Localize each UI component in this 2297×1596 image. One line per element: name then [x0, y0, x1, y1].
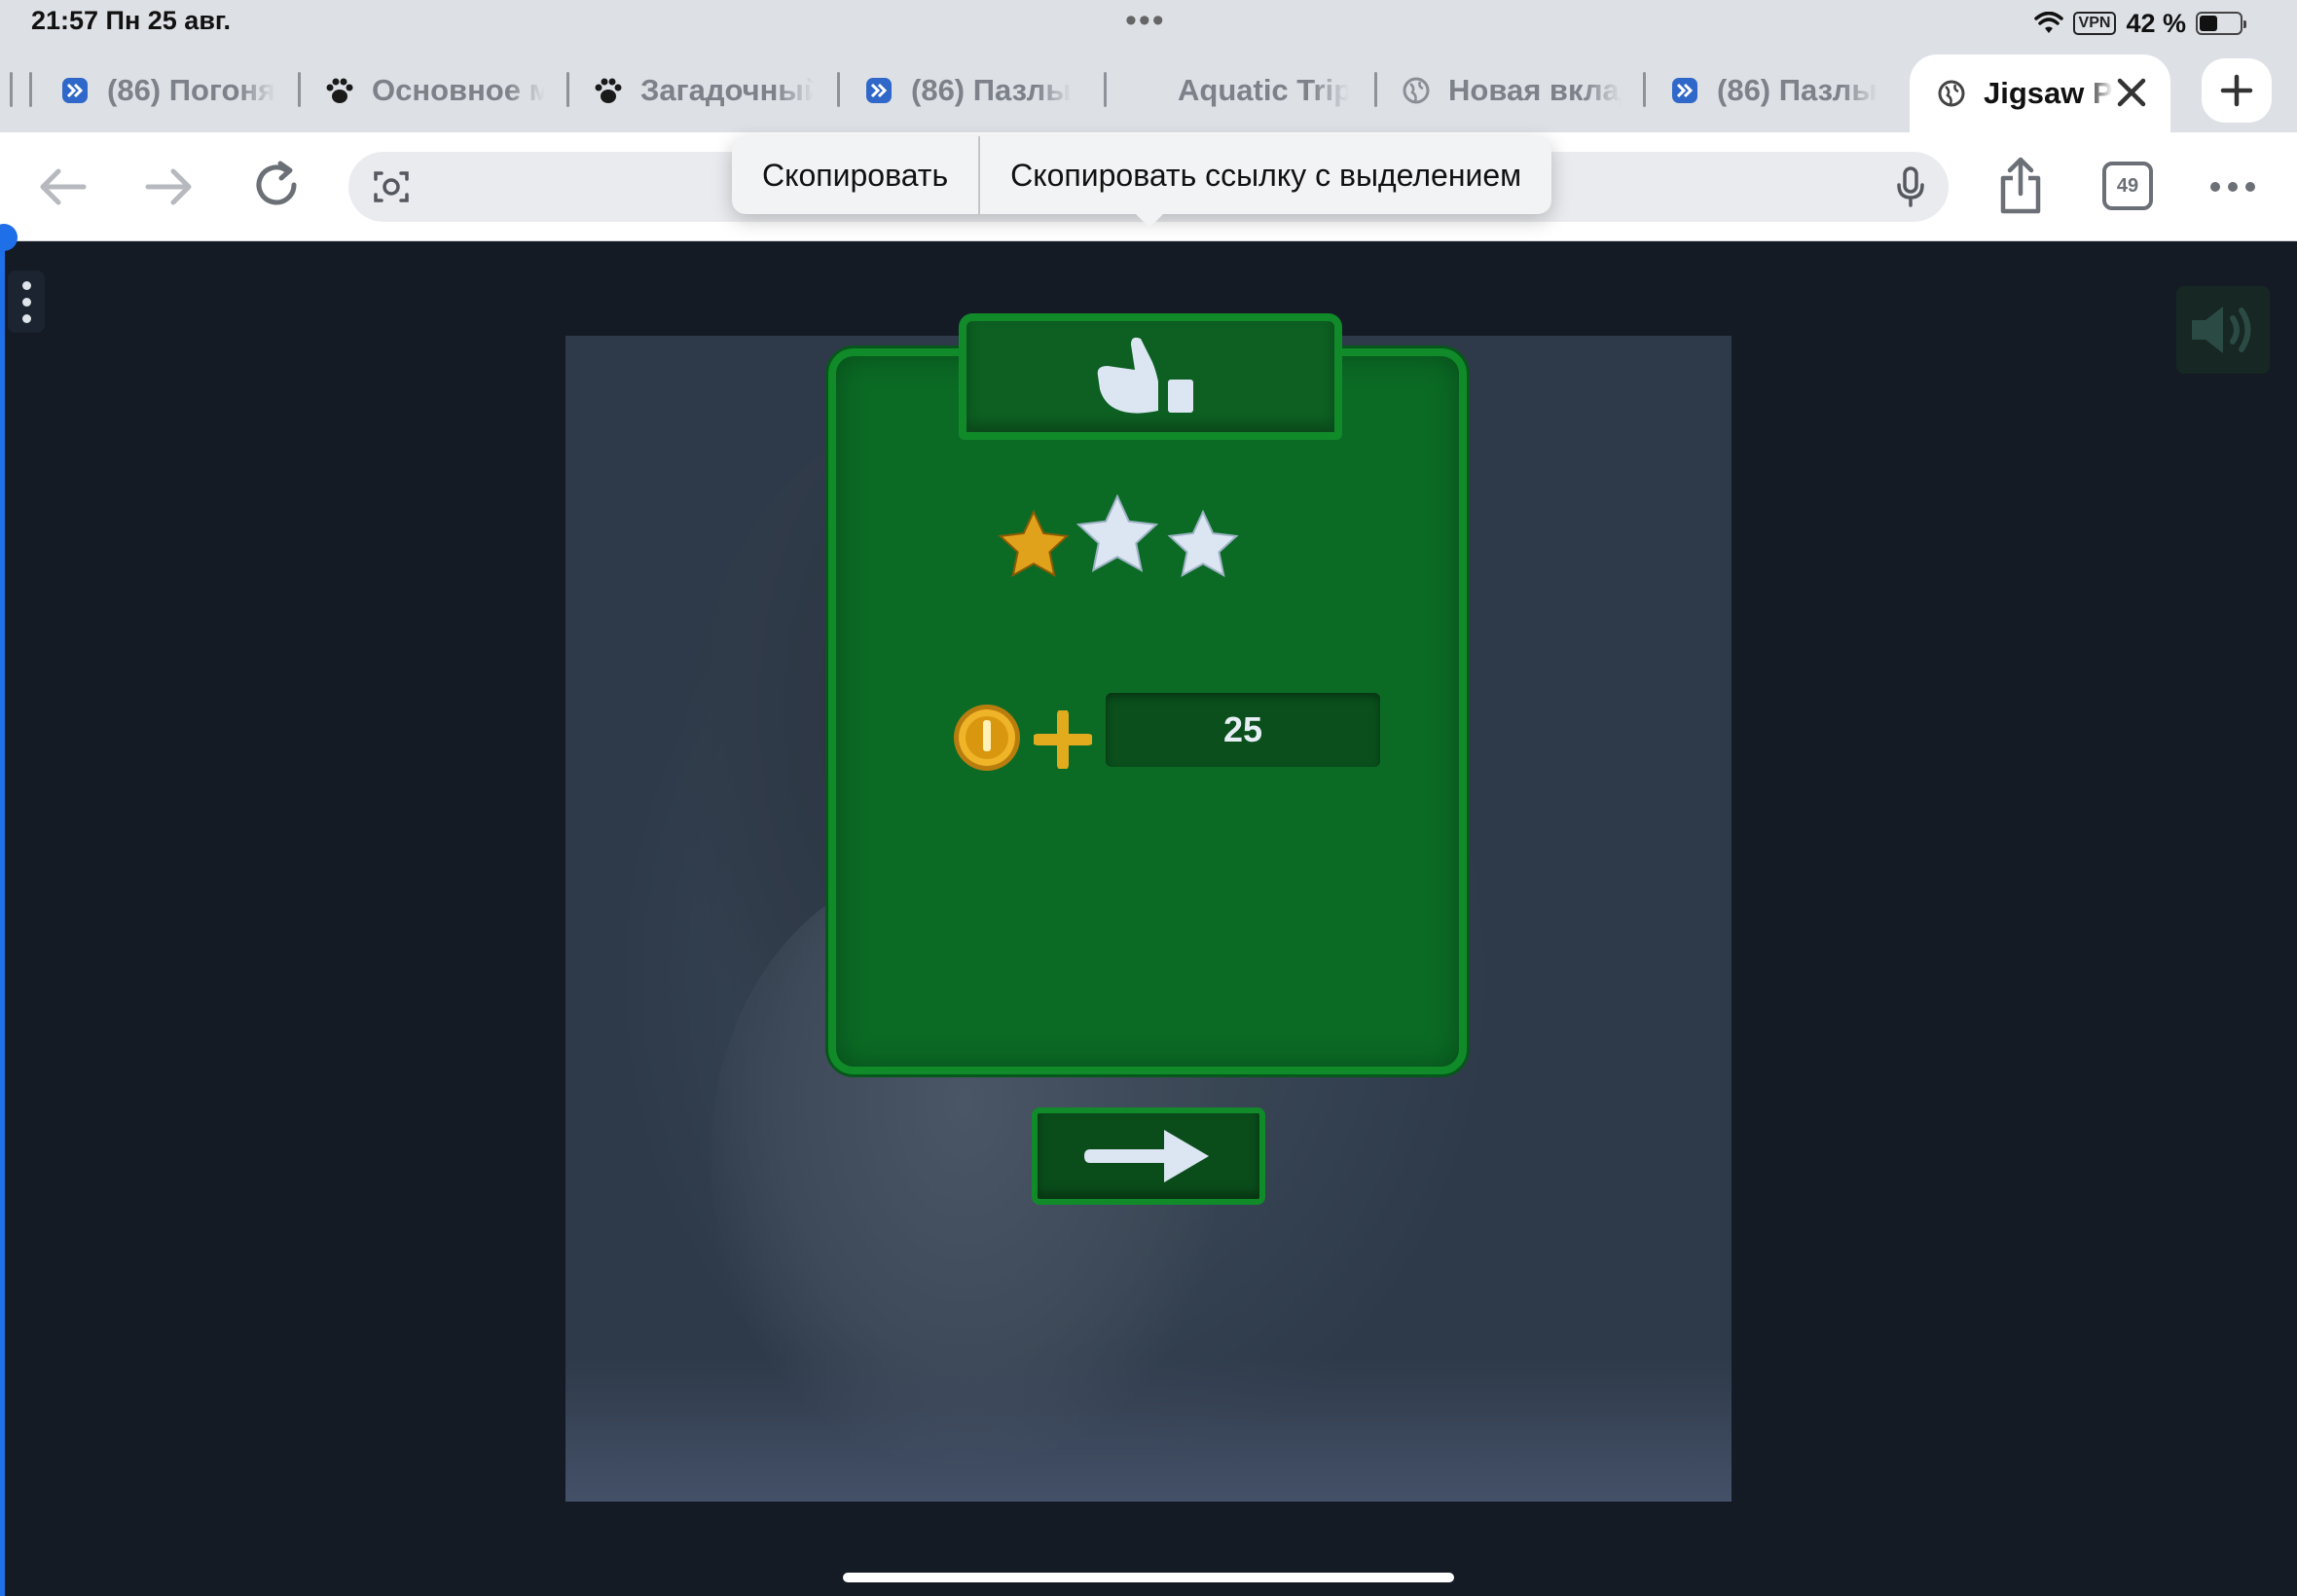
- forward-button[interactable]: [140, 160, 199, 214]
- vpn-badge: VPN: [2072, 12, 2117, 35]
- tab-switcher-button[interactable]: 49: [2102, 162, 2153, 210]
- tab-pogonya[interactable]: (86) Погоня: [58, 54, 278, 127]
- multitasking-dots-icon[interactable]: •••: [1125, 4, 1166, 37]
- arrow-left-icon: [40, 168, 87, 205]
- new-tab-button[interactable]: [2202, 58, 2272, 123]
- tab-separator: [566, 72, 569, 107]
- more-options-button[interactable]: [2204, 169, 2262, 204]
- reload-button[interactable]: [247, 156, 306, 214]
- reload-icon: [256, 161, 297, 205]
- tab-label: (86) Пазлы: [1717, 73, 1878, 107]
- battery-percent: 42 %: [2126, 8, 2186, 38]
- coin-icon: [954, 705, 1020, 771]
- arrow-right-icon: [145, 168, 192, 205]
- thumbs-up-icon: [1097, 337, 1193, 414]
- close-tab-icon[interactable]: [2112, 73, 2151, 112]
- tab-aquatic-trip[interactable]: Aquatic Trip: [1129, 54, 1349, 127]
- share-icon: [2000, 157, 2041, 214]
- ellipsis-icon: [2210, 182, 2255, 192]
- tab-label: Основное м: [372, 73, 545, 107]
- tab-label: Новая вкладка: [1448, 73, 1622, 107]
- dialog-header: [959, 313, 1342, 440]
- pinwheel-icon: [862, 74, 895, 107]
- sound-toggle-button[interactable]: [2176, 286, 2270, 374]
- tab-strip: (86) Погоня Основное м Загадочный (86) П…: [0, 54, 2297, 132]
- tab-separator: [837, 72, 840, 107]
- game-menu-button[interactable]: [8, 271, 45, 333]
- tab-separator: [1374, 72, 1377, 107]
- text-selection-menu: Скопировать Скопировать ссылку с выделен…: [732, 136, 1552, 214]
- tab-separator: [10, 72, 13, 107]
- battery-icon: [2196, 12, 2246, 35]
- tab-label: (86) Пазлы: [911, 73, 1072, 107]
- coin-reward: 25: [952, 693, 1380, 800]
- tab-label: Jigsaw P: [1984, 76, 2113, 110]
- home-indicator[interactable]: [843, 1573, 1454, 1582]
- star-empty-icon: [1167, 509, 1239, 578]
- copy-link-highlight-menu-item[interactable]: Скопировать ссылку с выделением: [980, 136, 1551, 214]
- tab-pazly-2[interactable]: (86) Пазлы: [1668, 54, 1890, 127]
- tab-separator: [1643, 72, 1646, 107]
- tab-label: (86) Погоня: [107, 73, 276, 107]
- tab-zagadochnyi[interactable]: Загадочный: [592, 54, 814, 127]
- tab-label: Загадочный: [640, 73, 814, 107]
- snow-ground: [565, 1358, 1732, 1502]
- star-rating: [998, 493, 1239, 578]
- tab-separator: [298, 72, 301, 107]
- tab-separator: [29, 72, 32, 107]
- paw-icon: [592, 74, 625, 107]
- globe-icon: [1935, 77, 1968, 110]
- status-indicators: VPN 42 %: [2033, 6, 2246, 41]
- status-time-date: 21:57 Пн 25 авг.: [31, 6, 231, 35]
- plus-icon: [2220, 74, 2253, 107]
- copy-menu-item[interactable]: Скопировать: [732, 136, 978, 214]
- wifi-icon: [2033, 12, 2063, 33]
- speaker-icon: [2192, 307, 2251, 353]
- star-filled-icon: [998, 509, 1070, 578]
- tab-pazly-1[interactable]: (86) Пазлы: [862, 54, 1082, 127]
- tab-label: Aquatic Trip: [1178, 73, 1349, 107]
- blank-favicon: [1129, 74, 1162, 107]
- microphone-icon[interactable]: [1896, 165, 1925, 208]
- plus-icon: [1034, 710, 1092, 769]
- reward-amount: 25: [1106, 693, 1380, 767]
- browser-chrome-top: 21:57 Пн 25 авг. ••• VPN 42 % (86) Погон…: [0, 0, 2297, 132]
- globe-icon: [1400, 74, 1433, 107]
- tab-novaya-vkladka[interactable]: Новая вкладка: [1400, 54, 1622, 127]
- share-button[interactable]: [1989, 154, 2052, 218]
- pinwheel-icon: [58, 74, 91, 107]
- lens-camera-icon[interactable]: [372, 167, 411, 206]
- paw-icon: [323, 74, 356, 107]
- selection-handle-line: [0, 241, 5, 1596]
- tab-osnovnoe[interactable]: Основное м: [323, 54, 545, 127]
- tab-separator: [1104, 72, 1107, 107]
- arrow-right-icon: [1084, 1130, 1209, 1182]
- menu-pointer: [1134, 212, 1165, 228]
- star-empty-icon: [1076, 493, 1159, 572]
- back-button[interactable]: [33, 160, 91, 214]
- next-level-button[interactable]: [1032, 1107, 1265, 1205]
- pinwheel-icon: [1668, 74, 1701, 107]
